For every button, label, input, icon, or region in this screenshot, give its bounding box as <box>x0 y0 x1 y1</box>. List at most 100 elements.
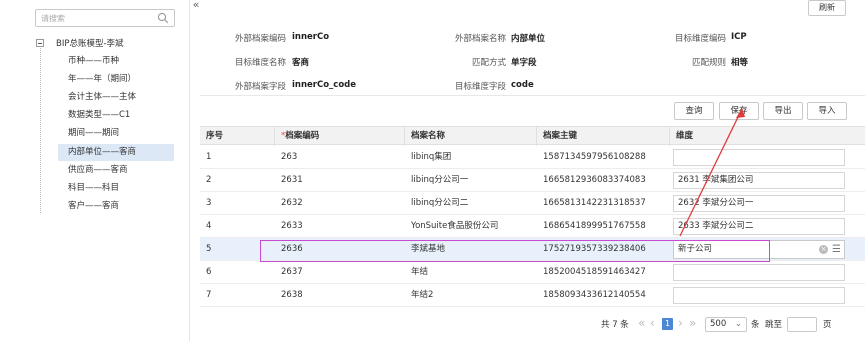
cell-no: 2 <box>206 175 212 185</box>
first-page-icon[interactable]: « <box>638 316 645 330</box>
cell-key: 1752719357339238406 <box>543 244 646 254</box>
cell-name: libinq分公司二 <box>411 198 469 208</box>
tree-connector <box>40 48 41 213</box>
cell-no: 5 <box>206 244 212 254</box>
cell-no: 6 <box>206 267 212 277</box>
prev-page-icon[interactable]: ‹ <box>650 316 655 330</box>
cell-key: 1665812936083374083 <box>543 175 646 185</box>
tree-root[interactable]: BIP总账模型-李斌 <box>36 37 124 49</box>
table-row[interactable]: 6 2637 年结 1852004518591463427 <box>200 261 865 284</box>
table-row-selected[interactable]: 5 2636 李斌基地 1752719357339238406 新子公司 × ☰ <box>200 238 865 261</box>
cell-no: 7 <box>206 290 212 300</box>
dim-input[interactable] <box>673 287 845 304</box>
tree-root-label: BIP总账模型-李斌 <box>56 39 124 49</box>
target-name-label: 目标维度名称 <box>234 58 286 68</box>
tree-item-entity[interactable]: 会计主体——主体 <box>58 89 174 106</box>
dim-input[interactable]: 2632 李斌分公司一 <box>673 195 845 212</box>
tree-item-customer[interactable]: 客户——客商 <box>58 198 174 215</box>
page-size-select[interactable]: 500 ⌄ <box>705 317 747 332</box>
ext-code-label: 外部档案编码 <box>234 34 286 44</box>
table-row[interactable]: 1 263 libinq集团 1587134597956108288 <box>200 146 865 169</box>
cell-name: YonSuite食品股份公司 <box>411 221 499 231</box>
dim-input[interactable]: 2631 李斌集团公司 <box>673 172 845 189</box>
cell-no: 1 <box>206 152 212 162</box>
table-row[interactable]: 7 2638 年结2 1858093433612140554 <box>200 284 865 307</box>
cell-code: 2637 <box>281 267 303 277</box>
cell-code: 2633 <box>281 221 303 231</box>
collapse-toggle-icon[interactable] <box>36 39 44 47</box>
import-button[interactable]: 导入 <box>807 102 847 120</box>
match-rule-value: 相等 <box>731 58 749 68</box>
ext-field-label: 外部档案字段 <box>234 82 286 92</box>
cell-name: libinq集团 <box>411 152 452 162</box>
current-page[interactable]: 1 <box>662 318 673 330</box>
tree-item-internal-unit[interactable]: 内部单位——客商 <box>58 144 174 161</box>
search-placeholder: 请搜索 <box>41 14 65 23</box>
cell-key: 1852004518591463427 <box>543 267 646 277</box>
save-button[interactable]: 保存 <box>719 102 759 120</box>
col-header-code[interactable]: *档案编码 <box>275 127 405 146</box>
tree-item-currency[interactable]: 币种——币种 <box>58 53 174 70</box>
cell-code: 2638 <box>281 290 303 300</box>
cell-code: 263 <box>281 152 298 162</box>
export-button[interactable]: 导出 <box>763 102 803 120</box>
dim-edit-value: 新子公司 <box>678 244 713 254</box>
cell-name: libinq分公司一 <box>411 175 469 185</box>
next-page-icon[interactable]: › <box>678 316 683 330</box>
tree-item-year[interactable]: 年——年（期间） <box>58 71 174 88</box>
dim-input[interactable] <box>673 264 845 281</box>
dim-input[interactable]: 2633 李斌分公司二 <box>673 218 845 235</box>
target-field-label: 目标维度字段 <box>454 82 506 92</box>
cell-name: 年结2 <box>411 290 434 300</box>
cell-code: 2636 <box>281 244 303 254</box>
chevron-down-icon: ⌄ <box>734 319 742 329</box>
target-code-value: ICP <box>731 32 747 42</box>
jump-page-input[interactable] <box>787 317 817 332</box>
col-header-dim: 维度 <box>676 131 694 141</box>
table-row[interactable]: 4 2633 YonSuite食品股份公司 168654189995176755… <box>200 215 865 238</box>
dim-edit-input[interactable]: 新子公司 × ☰ <box>673 240 845 259</box>
collapse-sidebar-icon[interactable]: « <box>190 0 202 12</box>
col-header-no: 序号 <box>200 127 275 146</box>
clear-icon[interactable]: × <box>819 245 828 254</box>
cell-no: 4 <box>206 221 212 231</box>
ext-code-value: innerCo <box>292 32 330 42</box>
tree-item-datatype[interactable]: 数据类型——C1 <box>58 107 174 124</box>
ext-name-label: 外部档案名称 <box>454 34 506 44</box>
cell-key: 1665813142231318537 <box>543 198 646 208</box>
cell-key: 1686541899951767558 <box>543 221 646 231</box>
match-mode-value: 单字段 <box>511 58 537 68</box>
cell-code: 2631 <box>281 175 303 185</box>
table-row[interactable]: 2 2631 libinq分公司一 1665812936083374083 26… <box>200 169 865 192</box>
ext-name-value: 内部单位 <box>511 34 546 44</box>
cell-no: 3 <box>206 198 212 208</box>
total-count: 共 7 条 <box>601 320 629 330</box>
page-suffix-label: 页 <box>823 320 832 330</box>
page-size-value: 500 <box>710 319 727 329</box>
sidebar: 请搜索 BIP总账模型-李斌 币种——币种 年——年（期间） 会计主体——主体 … <box>0 0 190 341</box>
ext-field-value: innerCo_code <box>292 80 357 90</box>
tree-item-account[interactable]: 科目——科目 <box>58 180 174 197</box>
col-header-code-label: 档案编码 <box>285 131 320 141</box>
divider <box>200 95 865 96</box>
list-picker-icon[interactable]: ☰ <box>832 244 841 255</box>
last-page-icon[interactable]: » <box>689 316 696 330</box>
search-input[interactable]: 请搜索 <box>35 9 175 27</box>
col-header-key: 档案主键 <box>537 127 670 146</box>
refresh-button[interactable]: 刷新 <box>808 0 846 16</box>
cell-key: 1587134597956108288 <box>543 152 646 162</box>
tree-item-supplier[interactable]: 供应商——客商 <box>58 162 174 179</box>
dim-input[interactable] <box>673 149 845 166</box>
tree-item-period[interactable]: 期间——期间 <box>58 125 174 142</box>
search-icon[interactable] <box>157 12 169 24</box>
jump-label: 跳至 <box>765 320 783 330</box>
match-rule-label: 匹配规则 <box>691 58 726 68</box>
table-row[interactable]: 3 2632 libinq分公司二 1665813142231318537 26… <box>200 192 865 215</box>
cell-name: 李斌基地 <box>411 244 446 254</box>
query-button[interactable]: 查询 <box>674 102 714 120</box>
cell-name: 年结 <box>411 267 429 277</box>
col-header-name: 档案名称 <box>405 127 537 146</box>
target-name-value: 客商 <box>292 58 310 68</box>
cell-code: 2632 <box>281 198 303 208</box>
per-page-label: 条 <box>751 320 760 330</box>
